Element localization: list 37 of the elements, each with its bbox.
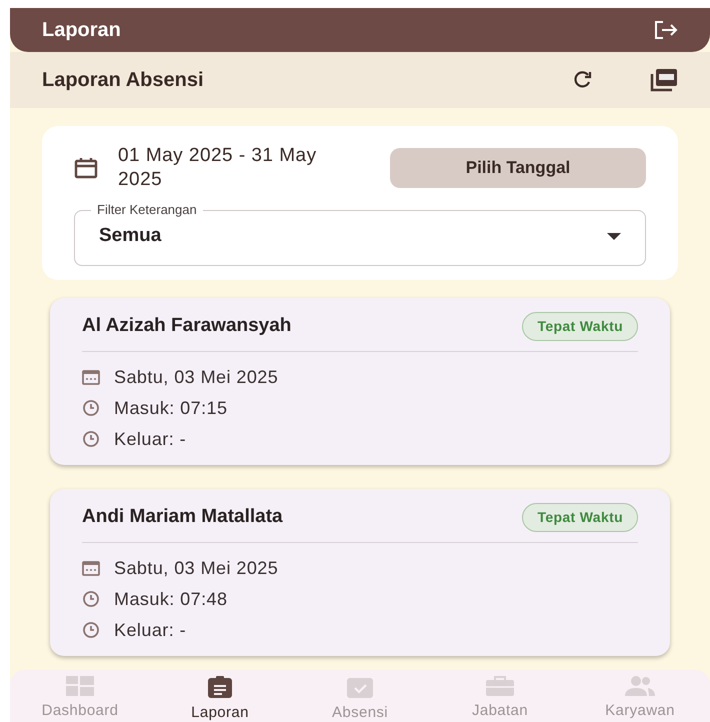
briefcase-icon xyxy=(486,676,514,696)
attendance-date: Sabtu, 03 Mei 2025 xyxy=(114,556,278,580)
calendar-icon xyxy=(82,369,100,385)
clipboard-check-icon xyxy=(347,676,373,698)
grid-icon xyxy=(66,676,94,696)
nav-tab[interactable]: Absensi xyxy=(290,676,430,722)
check-out-time: Keluar: - xyxy=(114,428,186,450)
clock-icon xyxy=(82,590,100,608)
refresh-icon[interactable] xyxy=(572,70,594,90)
check-in-time: Masuk: 07:15 xyxy=(114,396,228,420)
employee-name: Al Azizah Farawansyah xyxy=(82,314,292,338)
page-title: Laporan Absensi xyxy=(42,68,205,93)
date-range: 01 May 2025 - 31 May 2025 xyxy=(118,144,318,192)
calendar-icon xyxy=(82,560,100,576)
check-in-time: Masuk: 07:48 xyxy=(114,588,228,610)
pick-date-button[interactable]: Pilih Tanggal xyxy=(390,148,646,188)
nav-tab[interactable]: Jabatan xyxy=(430,676,570,722)
logout-icon[interactable] xyxy=(654,20,678,40)
nav-tab[interactable]: Karyawan xyxy=(570,676,710,722)
nav-tab[interactable]: Laporan xyxy=(150,676,290,722)
dropdown-label: Filter Keterangan xyxy=(96,202,198,218)
people-icon xyxy=(625,676,655,696)
nav-tab[interactable]: Dashboard xyxy=(10,676,150,722)
clock-icon xyxy=(82,621,100,639)
calendar-icon xyxy=(74,157,98,179)
status-badge: Tepat Waktu xyxy=(522,502,638,532)
dropdown-value: Semua xyxy=(99,224,162,248)
attendance-date: Sabtu, 03 Mei 2025 xyxy=(114,366,278,388)
employee-name: Andi Mariam Matallata xyxy=(82,504,283,529)
clock-icon xyxy=(82,399,100,417)
app-title: Laporan xyxy=(42,18,121,43)
dropdown-caret-icon xyxy=(607,232,621,240)
clock-icon xyxy=(82,430,100,448)
status-badge: Tepat Waktu xyxy=(522,312,638,340)
clipboard-icon xyxy=(208,676,232,698)
check-out-time: Keluar: - xyxy=(114,618,186,642)
filter-dropdown[interactable]: Filter Keterangan Semua xyxy=(74,202,646,266)
